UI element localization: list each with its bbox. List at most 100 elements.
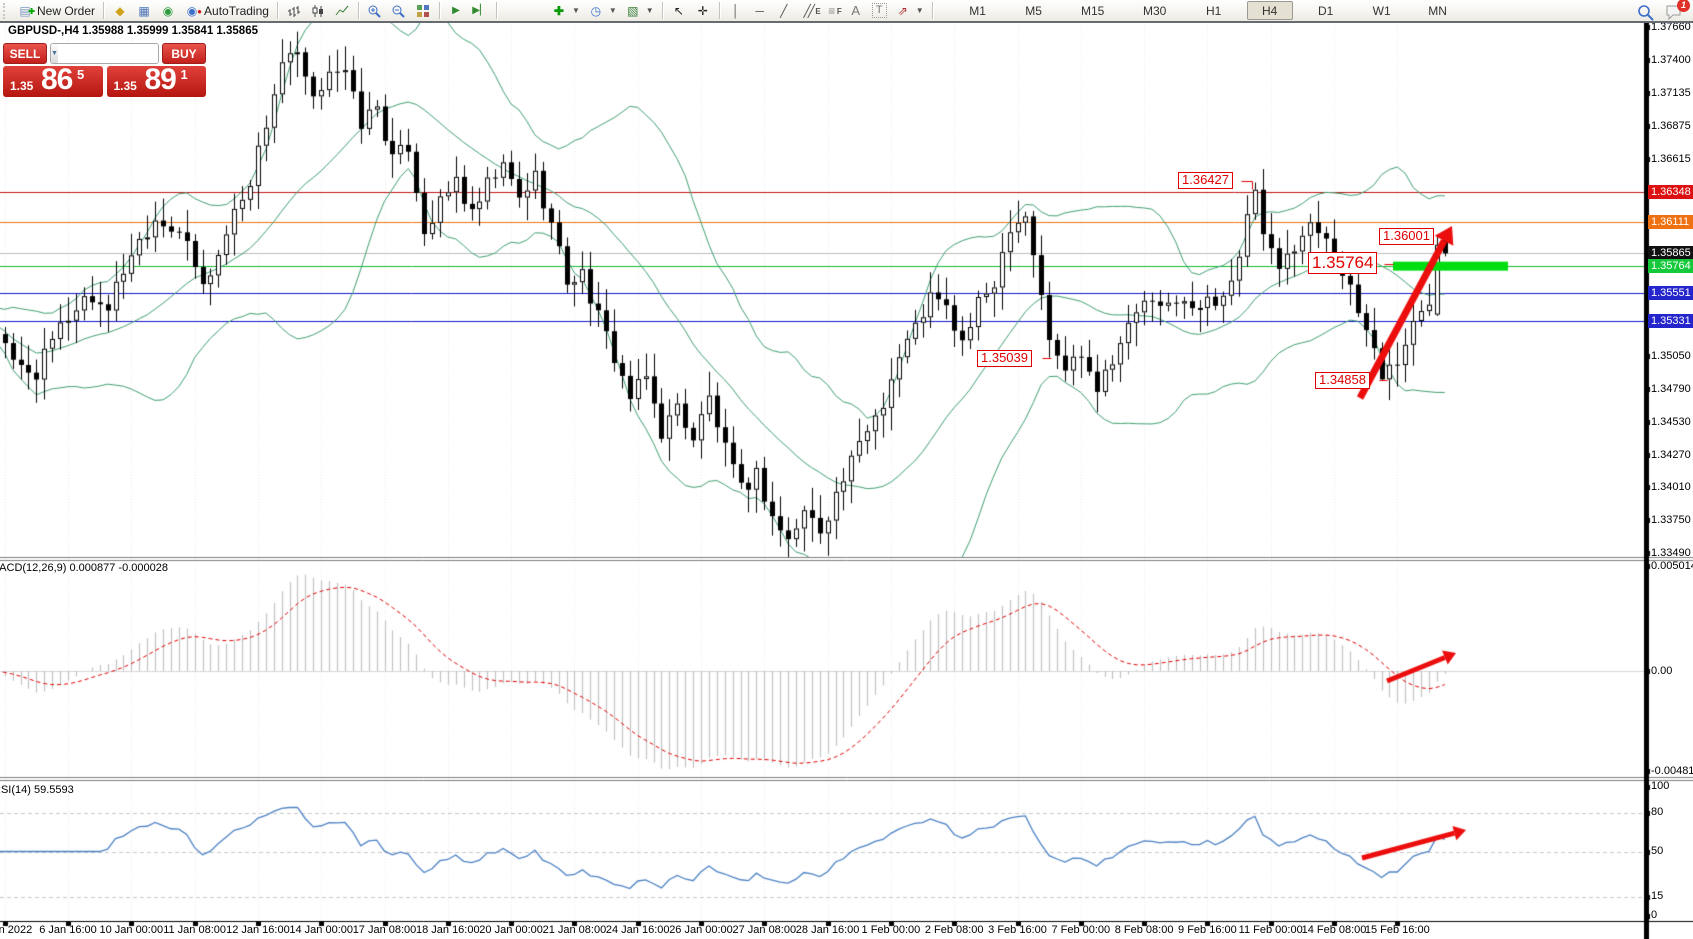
time-axis-label: 14 Feb 08:00 [1302, 924, 1367, 936]
template-icon: ▧ [625, 3, 641, 19]
price-axis-tick: 1.36875 [1651, 120, 1691, 132]
timeframe-button-w1[interactable]: W1 [1359, 1, 1405, 20]
price-axis-tick: 1.33490 [1651, 547, 1691, 559]
text-label-icon: T [872, 3, 887, 18]
caret-icon: ▼ [646, 6, 654, 15]
price-axis-tick: 1.33750 [1651, 514, 1691, 526]
price-axis-tick: 1.37400 [1651, 54, 1691, 66]
time-axis-label: 7 Feb 00:00 [1051, 924, 1110, 936]
sell-price-small: 1.35 [10, 79, 33, 93]
buy-price-small: 1.35 [114, 79, 137, 93]
time-axis-label: 26 Jan 00:00 [669, 924, 733, 936]
vertical-line-tool-button[interactable]: │ [724, 1, 748, 20]
crosshair-tool-button[interactable]: ✛ [691, 1, 715, 20]
sell-price-sup: 5 [77, 67, 84, 82]
macd-axis-tick: 0.00 [1651, 665, 1672, 677]
tile-windows-button[interactable] [411, 1, 435, 20]
autotrading-icon: ◉● [184, 3, 200, 19]
toolbar-grip[interactable] [3, 3, 10, 19]
time-axis-label: 2 Feb 08:00 [925, 924, 984, 936]
time-axis-label: 18 Jan 16:00 [416, 924, 480, 936]
volume-control: ▼ ▲ [50, 43, 159, 64]
timeframe-button-m15[interactable]: M15 [1067, 1, 1119, 20]
auto-scroll-button[interactable]: ▶ [444, 1, 468, 20]
price-annotation: 1.35039 [977, 350, 1032, 367]
price-axis-tick: 1.34530 [1651, 416, 1691, 428]
fibonacci-tool-button[interactable]: ≡F [820, 1, 844, 20]
sell-button[interactable]: SELL [3, 43, 47, 64]
arrows-tool-button[interactable]: ⇗▼ [891, 1, 928, 20]
time-axis-label: 9 Feb 16:00 [1178, 924, 1237, 936]
template-menu-button[interactable]: ▧▼ [621, 1, 658, 20]
chart-shift-button[interactable]: ▶▏ [468, 1, 492, 20]
zoom-in-icon [367, 3, 383, 19]
buy-price-sup: 1 [181, 67, 188, 82]
time-axis-label: 14 Jan 00:00 [289, 924, 353, 936]
fibonacci-icon: ≡F [824, 3, 840, 19]
search-icon[interactable] [1637, 3, 1653, 19]
add-indicator-button[interactable]: ✚▼ [547, 1, 584, 20]
timeframe-button-m5[interactable]: M5 [1011, 1, 1057, 20]
text-label-tool-button[interactable]: T [868, 1, 891, 20]
market-watch-icon: ◆ [112, 3, 128, 19]
bar-chart-icon [286, 3, 302, 19]
rsi-label: RSI(14) 59.5593 [0, 784, 74, 796]
toolbar-separator [439, 2, 440, 19]
time-axis-label: 11 Jan 08:00 [163, 924, 226, 936]
candlestick-chart-button[interactable] [306, 1, 330, 20]
period-menu-button[interactable]: ◷▼ [584, 1, 621, 20]
one-click-trading-panel: SELL ▼ ▲ BUY 1.35 86 5 1.35 89 1 [3, 43, 206, 97]
rsi-axis-tick: 50 [1651, 845, 1663, 857]
buy-price[interactable]: 1.35 89 1 [107, 66, 207, 97]
toolbar-separator [662, 2, 663, 19]
time-axis-label: 5 Jan 2022 [0, 924, 32, 936]
data-window-button[interactable]: ▦ [132, 1, 156, 20]
macd-label: MACD(12,26,9) 0.000877 -0.000028 [0, 562, 168, 574]
autotrading-button[interactable]: ◉● AutoTrading [180, 1, 273, 20]
timeframe-button-mn[interactable]: MN [1415, 1, 1461, 20]
time-axis-label: 8 Feb 08:00 [1115, 924, 1174, 936]
caret-icon: ▼ [572, 6, 580, 15]
time-axis-label: 20 Jan 00:00 [479, 924, 543, 936]
notifications-icon[interactable]: 1 [1663, 3, 1685, 19]
time-axis-label: 10 Jan 00:00 [99, 924, 163, 936]
sell-price[interactable]: 1.35 86 5 [3, 66, 103, 97]
timeframe-button-h4[interactable]: H4 [1247, 1, 1293, 20]
line-chart-button[interactable] [330, 1, 354, 20]
tile-windows-icon [415, 3, 431, 19]
price-axis-tick: 1.36615 [1651, 153, 1691, 165]
horizontal-line-tool-button[interactable]: ─ [748, 1, 772, 20]
rsi-axis-tick: 80 [1651, 806, 1663, 818]
text-icon: A [848, 3, 864, 19]
channel-tool-button[interactable]: ╱╱E [796, 1, 820, 20]
autotrading-label: AutoTrading [204, 4, 269, 18]
chart-canvas[interactable] [0, 0, 1693, 939]
buy-button[interactable]: BUY [162, 43, 206, 64]
signals-button[interactable]: ◉ [156, 1, 180, 20]
volume-decrease-button[interactable]: ▼ [51, 44, 58, 63]
caret-icon: ▼ [916, 6, 924, 15]
zoom-out-button[interactable] [387, 1, 411, 20]
text-tool-button[interactable]: A [844, 1, 868, 20]
trendline-tool-button[interactable]: ╱ [772, 1, 796, 20]
new-order-label: New Order [37, 4, 95, 18]
trendline-icon: ╱ [776, 3, 792, 19]
level-price-badge: 1.35551 [1648, 286, 1693, 300]
cursor-tool-button[interactable]: ↖ [667, 1, 691, 20]
market-watch-button[interactable]: ◆ [108, 1, 132, 20]
zoom-out-icon [391, 3, 407, 19]
new-order-button[interactable]: ▤✚ New Order [13, 1, 99, 20]
timeframe-button-h1[interactable]: H1 [1191, 1, 1237, 20]
timeframe-button-d1[interactable]: D1 [1303, 1, 1349, 20]
price-axis-tick: 1.34010 [1651, 481, 1691, 493]
bar-chart-button[interactable] [282, 1, 306, 20]
timeframe-button-m30[interactable]: M30 [1129, 1, 1181, 20]
zoom-in-button[interactable] [363, 1, 387, 20]
timeframe-button-m1[interactable]: M1 [955, 1, 1001, 20]
channel-icon: ╱╱E [800, 3, 816, 19]
level-price-badge: 1.35764 [1648, 259, 1693, 273]
buy-price-big: 89 [145, 63, 176, 97]
price-axis-tick: 1.34790 [1651, 383, 1691, 395]
time-axis-label: 11 Feb 00:00 [1239, 924, 1303, 936]
volume-input[interactable] [58, 44, 159, 63]
